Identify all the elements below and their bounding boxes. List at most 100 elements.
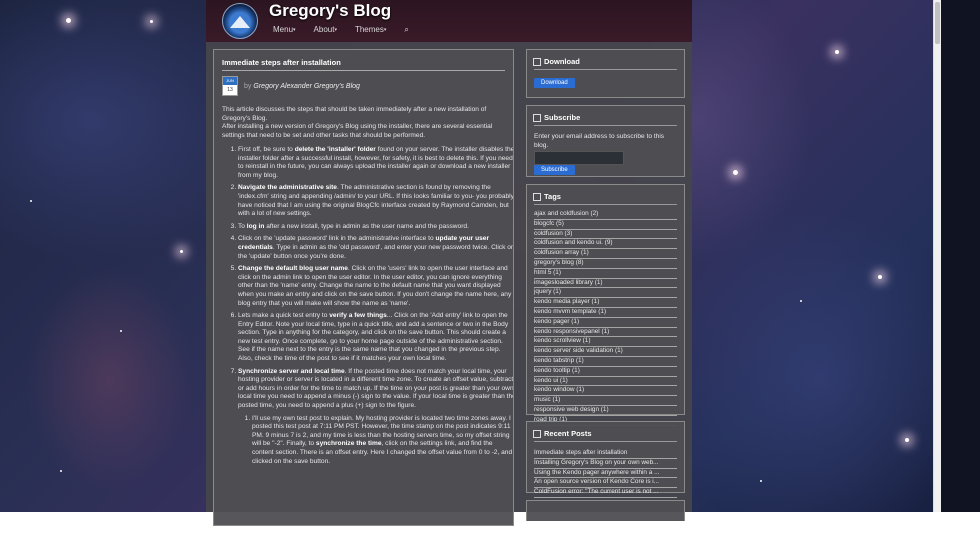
panel-title: Recent Posts	[533, 429, 592, 439]
post-title[interactable]: Immediate steps after installation	[222, 58, 341, 67]
step-text: Click on the 'update password' link in t…	[238, 235, 436, 243]
blog-header: Gregory's Blog Menu▾ About▾ Themes▾ ⌕	[206, 0, 692, 42]
intro-paragraph: This article discusses the steps that sh…	[222, 106, 487, 122]
date-month: JUN	[223, 77, 237, 85]
chevron-down-icon: ▾	[334, 26, 337, 33]
tag-link[interactable]: kendo tabstrip (1)	[534, 357, 677, 367]
panel-title: Tags	[533, 192, 561, 202]
tag-link[interactable]: music (1)	[534, 396, 677, 406]
star	[66, 18, 71, 23]
star	[150, 20, 153, 23]
file-icon	[533, 58, 541, 67]
tag-link[interactable]: kendo responsivepanel (1)	[534, 328, 677, 338]
email-field[interactable]	[534, 151, 624, 165]
subscribe-button[interactable]: Subscribe	[534, 165, 575, 175]
blog-post: Immediate steps after installation JUN 1…	[213, 49, 514, 526]
tags-panel: Tags ajax and coldfusion (2) blogcfc (5)…	[526, 184, 685, 426]
star	[878, 275, 882, 279]
panel-title-text: Tags	[544, 192, 561, 201]
panel-title-text: Subscribe	[544, 113, 581, 122]
star	[800, 300, 802, 302]
nav-item-themes[interactable]: Themes▾	[355, 25, 386, 35]
subscribe-text: Enter your email address to subscribe to…	[534, 133, 665, 149]
step-highlight: Synchronize server and local time	[238, 367, 345, 375]
star	[905, 438, 909, 442]
recent-post-link[interactable]: Using the Kendo pager anywhere within a …	[534, 469, 677, 479]
steps-list: First off, be sure to delete the 'instal…	[226, 146, 513, 470]
step-text: Lets make a quick test entry to	[238, 312, 330, 320]
list-item: Synchronize server and local time. If th…	[238, 367, 513, 467]
main-nav: Menu▾ About▾ Themes▾ ⌕	[273, 25, 409, 35]
scrollbar-thumb[interactable]	[935, 2, 940, 44]
tag-link[interactable]: kendo pager (1)	[534, 318, 677, 328]
tag-link[interactable]: coldfusion and kendo ui. (9)	[534, 239, 677, 250]
next-panel	[526, 500, 685, 521]
intro-paragraph: After installing a new version of Gregor…	[222, 123, 493, 139]
recent-post-link[interactable]: ColdFusion error: "The current user is n…	[534, 488, 677, 498]
tags-icon	[533, 193, 541, 202]
panel-title-text: Recent Posts	[544, 429, 592, 438]
list-item: Click on the 'update password' link in t…	[238, 235, 513, 261]
list-item: To log in after a new install, type in a…	[238, 222, 513, 232]
nav-label: Themes	[354, 25, 384, 34]
tag-link[interactable]: kendo mvvm template (1)	[534, 308, 677, 318]
step-text: First off, be sure to	[238, 146, 295, 153]
chevron-down-icon: ▾	[293, 26, 296, 33]
recent-posts-list: Immediate steps after installation Insta…	[534, 449, 677, 498]
recent-post-link[interactable]: Immediate steps after installation	[534, 449, 677, 459]
tag-link[interactable]: ajax and coldfusion (2)	[534, 210, 677, 220]
tag-link[interactable]: kendo ui (1)	[534, 377, 677, 387]
subscribe-panel: Subscribe Enter your email address to su…	[526, 105, 685, 177]
star	[733, 170, 738, 175]
tag-link[interactable]: coldfusion array (1)	[534, 249, 677, 259]
tag-link[interactable]: kendo scrollview (1)	[534, 337, 677, 348]
divider	[534, 204, 677, 205]
recent-post-link[interactable]: Installing Gregory's Blog on your own we…	[534, 459, 677, 469]
blog-title[interactable]: Gregory's Blog	[269, 1, 391, 21]
tag-link[interactable]: html 5 (1)	[534, 269, 677, 279]
step-highlight: log in	[246, 222, 265, 230]
tag-link[interactable]: kendo window (1)	[534, 386, 677, 397]
tag-link[interactable]: blogcfc (5)	[534, 220, 677, 230]
author-link[interactable]: Gregory Alexander Gregory's Blog	[253, 83, 360, 90]
search-icon[interactable]: ⌕	[404, 25, 408, 35]
list-item: Lets make a quick test entry to verify a…	[238, 312, 513, 364]
recent-post-link[interactable]: An open source version of Kendo Core is …	[534, 478, 677, 489]
tag-link[interactable]: jquery (1)	[534, 288, 677, 299]
nav-item-menu[interactable]: Menu▾	[273, 25, 296, 35]
tag-link[interactable]: gregory's blog (8)	[534, 259, 677, 269]
star	[30, 200, 32, 202]
tag-link[interactable]: kendo tooltip (1)	[534, 367, 677, 377]
step-highlight: verify a few things	[329, 312, 387, 320]
panel-title: Download	[533, 57, 580, 67]
chevron-down-icon: ▾	[383, 26, 387, 33]
sub-steps-list: I'll use my own test post to explain. My…	[238, 415, 513, 467]
divider	[222, 70, 505, 71]
nav-label: Menu	[273, 25, 294, 34]
tag-link[interactable]: coldfusion (3)	[534, 230, 677, 240]
nav-item-about[interactable]: About▾	[314, 25, 337, 35]
panel-title-text: Download	[544, 57, 580, 66]
recent-posts-panel: Recent Posts Immediate steps after insta…	[526, 421, 685, 498]
step-text: To	[238, 222, 247, 230]
envelope-icon	[533, 114, 541, 123]
step-text: ... Click on the 'Add entry' link to ope…	[238, 312, 509, 363]
panel-title: Subscribe	[533, 113, 581, 123]
star	[835, 50, 839, 54]
download-button[interactable]: Download	[534, 78, 575, 88]
tag-link[interactable]: imagesloaded library (1)	[534, 279, 677, 289]
tag-link[interactable]: kendo server side validation (1)	[534, 347, 677, 357]
tag-list: ajax and coldfusion (2) blogcfc (5) cold…	[534, 210, 677, 426]
nav-label: About	[313, 25, 335, 34]
blog-logo-icon[interactable]	[222, 3, 258, 39]
step-highlight: synchronize the time	[315, 440, 382, 448]
divider	[534, 441, 677, 442]
post-byline: by Gregory Alexander Gregory's Blog	[244, 83, 360, 90]
star	[180, 250, 183, 253]
tag-link[interactable]: responsive web design (1)	[534, 406, 677, 416]
star	[120, 330, 122, 332]
page-scrollbar[interactable]	[933, 0, 941, 512]
tag-link[interactable]: kendo media player (1)	[534, 298, 677, 308]
date-badge: JUN 13	[222, 76, 238, 96]
post-intro: This article discusses the steps that sh…	[222, 106, 505, 140]
